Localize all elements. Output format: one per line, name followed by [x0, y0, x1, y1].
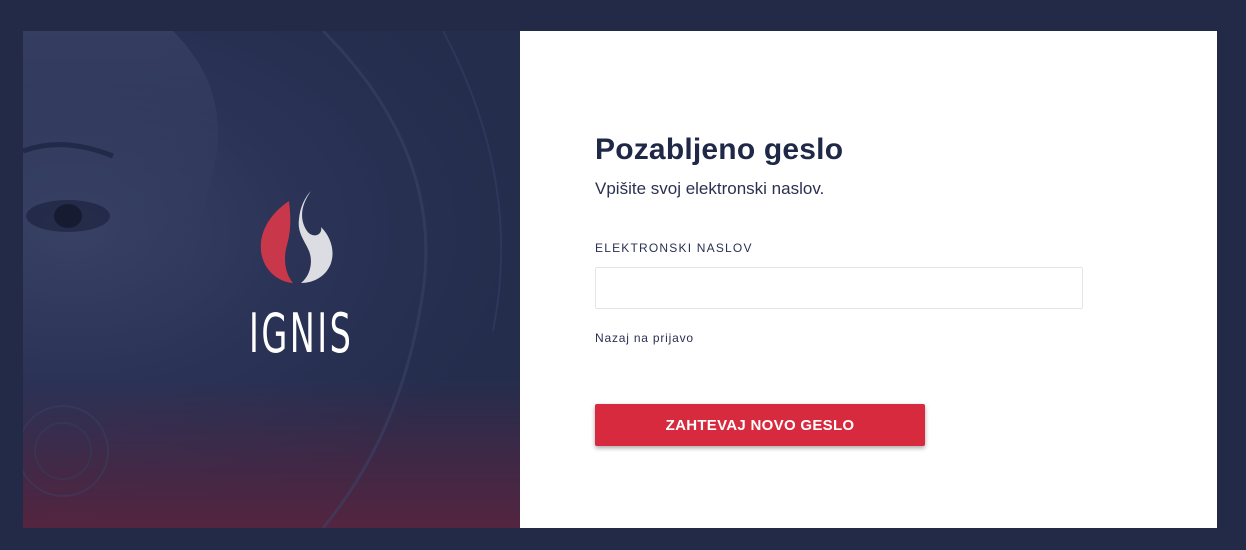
email-label: ELEKTRONSKI NASLOV — [595, 241, 753, 255]
forgot-password-form: Pozabljeno geslo Vpišite svoj elektronsk… — [595, 133, 1083, 446]
flame-icon — [260, 191, 333, 283]
hero-panel: IGNIS — [23, 31, 520, 528]
brand-wordmark: IGNIS — [248, 302, 354, 365]
back-to-login-link[interactable]: Nazaj na prijavo — [595, 331, 694, 345]
page-title: Pozabljeno geslo — [595, 133, 844, 166]
brand-logo: IGNIS — [217, 189, 385, 361]
request-new-password-button[interactable]: ZAHTEVAJ NOVO GESLO — [595, 404, 925, 446]
auth-frame: IGNIS Pozabljeno geslo Vpišite svoj elek… — [23, 31, 1217, 528]
email-field[interactable] — [595, 267, 1083, 309]
page-subtitle: Vpišite svoj elektronski naslov. — [595, 179, 825, 198]
form-panel: Pozabljeno geslo Vpišite svoj elektronsk… — [520, 31, 1217, 528]
